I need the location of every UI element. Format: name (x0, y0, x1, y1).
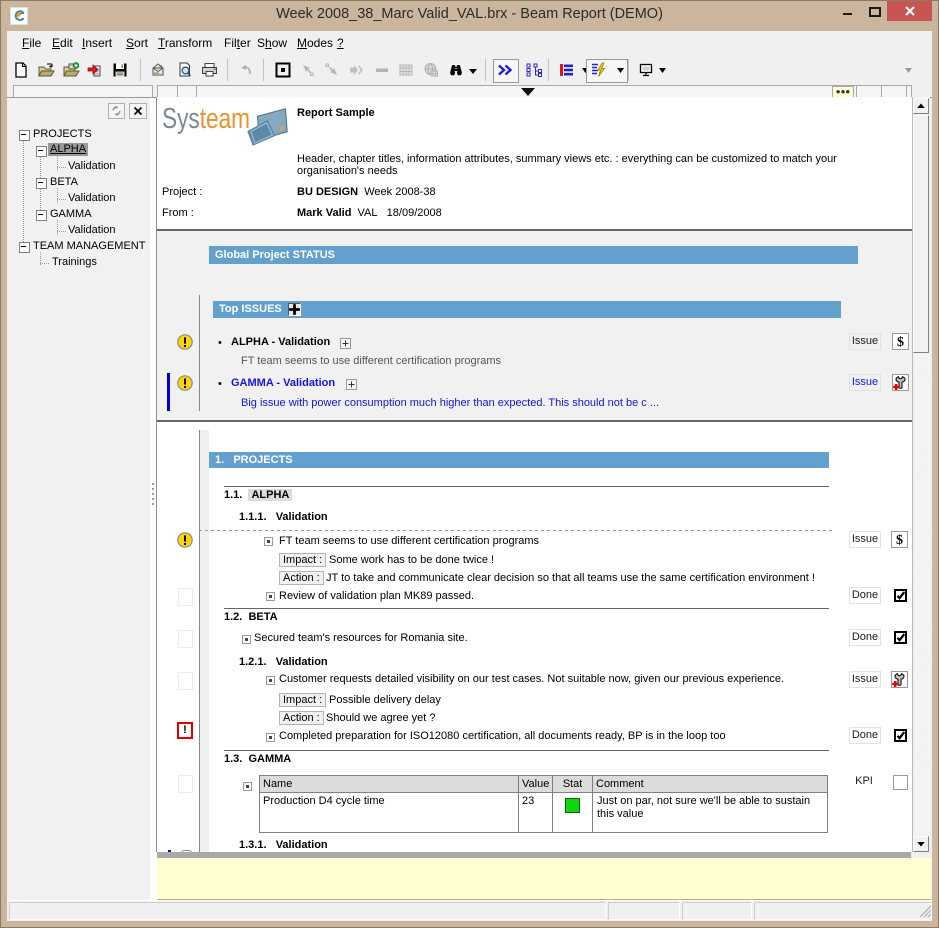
svg-text:$: $ (896, 533, 903, 547)
svg-text:$: $ (897, 335, 904, 349)
